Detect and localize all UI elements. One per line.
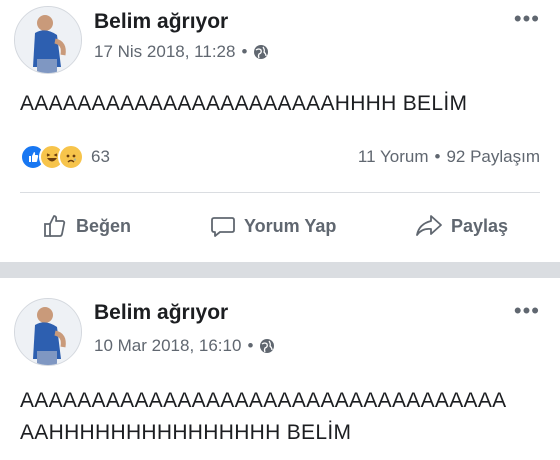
post-stats: 11 Yorum • 92 Paylaşım <box>358 147 540 167</box>
post-text-line-1: AAAAAAAAAAAAAAAAAAAAAAAAAAAAAAAAAA <box>20 389 507 412</box>
share-button[interactable]: Paylaş <box>415 213 508 239</box>
thumbs-up-icon <box>42 213 68 239</box>
post-text: AAAAAAAAAAAAAAAAAAAAAAHHHH BELİM <box>20 92 468 115</box>
like-label: Beğen <box>76 215 132 236</box>
author-name[interactable]: Belim ağrıyor <box>94 301 228 325</box>
more-options-icon[interactable]: ••• <box>514 6 540 32</box>
comment-button[interactable]: Yorum Yap <box>210 213 336 239</box>
post-text-line-2: AAHHHHHHHHHHHHHHH BELİM <box>20 421 352 444</box>
globe-icon <box>253 44 269 60</box>
post-meta: 10 Mar 2018, 16:10 • <box>94 336 275 356</box>
post-timestamp[interactable]: 17 Nis 2018, 11:28 <box>94 42 235 62</box>
comment-label: Yorum Yap <box>244 215 337 236</box>
meta-separator: • <box>247 336 254 355</box>
post-card-1: Belim ağrıyor 17 Nis 2018, 11:28 • ••• A… <box>0 0 560 262</box>
globe-icon <box>259 338 275 354</box>
feed-separator <box>0 262 560 278</box>
meta-separator: • <box>241 42 248 61</box>
reaction-count[interactable]: 63 <box>91 147 110 167</box>
comment-bubble-icon <box>210 213 236 239</box>
reactions-row: 63 11 Yorum • 92 Paylaşım <box>20 142 540 172</box>
avatar[interactable] <box>14 6 82 74</box>
post-timestamp[interactable]: 10 Mar 2018, 16:10 <box>94 336 241 356</box>
post-meta: 17 Nis 2018, 11:28 • <box>94 42 269 62</box>
reaction-summary[interactable]: 63 <box>20 144 110 170</box>
divider <box>20 192 540 193</box>
sad-reaction-icon <box>58 144 84 170</box>
stats-separator: • <box>434 147 441 166</box>
like-button[interactable]: Beğen <box>42 213 131 239</box>
author-name[interactable]: Belim ağrıyor <box>94 10 228 34</box>
post-card-2: Belim ağrıyor 10 Mar 2018, 16:10 • ••• A… <box>0 278 560 460</box>
comment-count[interactable]: 11 Yorum <box>358 147 429 167</box>
post-text: AAAAAAAAAAAAAAAAAAAAAAAAAAAAAAAAAA AAHHH… <box>20 385 506 449</box>
share-count[interactable]: 92 Paylaşım <box>446 147 540 167</box>
more-options-icon[interactable]: ••• <box>514 298 540 324</box>
share-label: Paylaş <box>451 215 509 236</box>
avatar[interactable] <box>14 298 82 366</box>
post-actions: Beğen Yorum Yap Paylaş <box>0 208 560 244</box>
share-arrow-icon <box>415 213 443 239</box>
